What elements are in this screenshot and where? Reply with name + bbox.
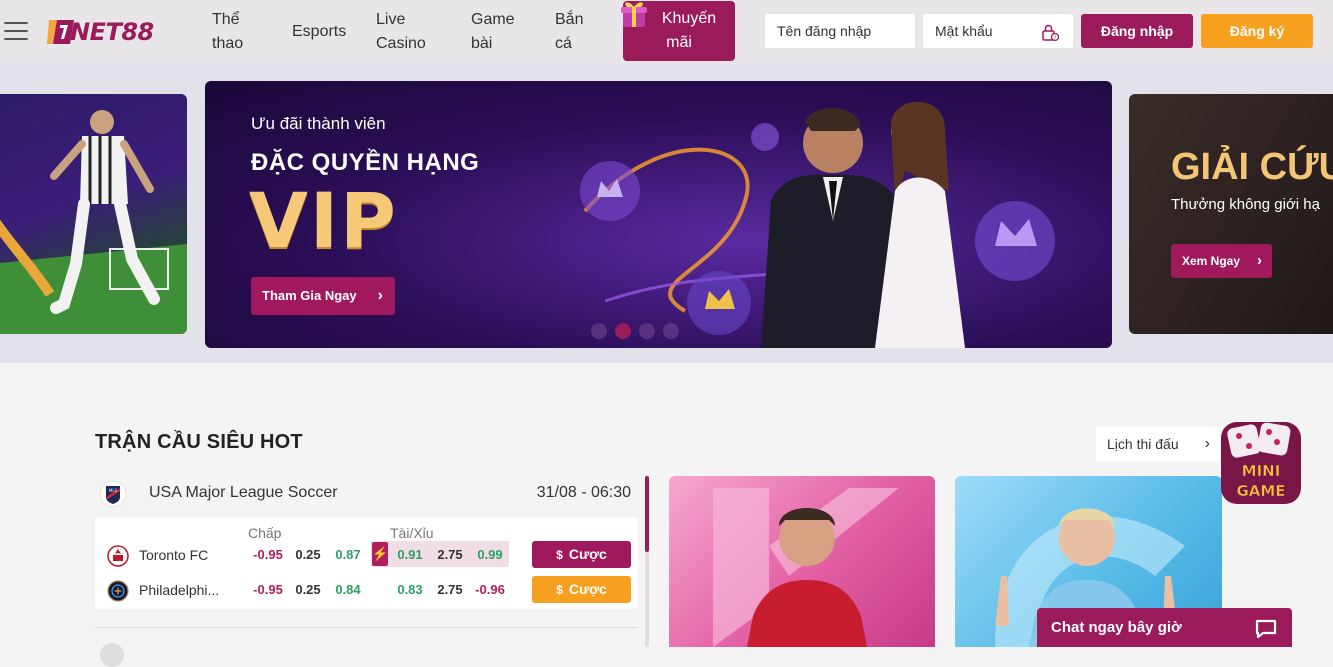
carousel-dot[interactable] bbox=[663, 323, 679, 339]
net88-logo[interactable]: NET88 bbox=[46, 17, 166, 47]
schedule-button[interactable]: Lịch thi đấu › bbox=[1096, 427, 1220, 461]
login-button[interactable]: Đăng nhập bbox=[1081, 14, 1193, 48]
nav-esports[interactable]: Esports bbox=[292, 20, 346, 44]
player-card-pink[interactable] bbox=[669, 476, 935, 647]
bet-icon: $ bbox=[556, 583, 563, 597]
mls-logo-icon: MLS bbox=[99, 480, 127, 508]
chevron-right-icon: › bbox=[377, 287, 383, 304]
team-name: Toronto FC bbox=[139, 547, 209, 563]
league-header: MLS USA Major League Soccer 31/08 - 06:3… bbox=[95, 476, 640, 512]
banner-next-title: GIẢI CỨU bbox=[1171, 146, 1333, 188]
team-row: Philadelphi... -0.95 0.25 0.84 0.83 2.75… bbox=[95, 576, 638, 604]
handicap-line: 0.25 bbox=[295, 547, 321, 562]
banner-title: ĐẶC QUYỀN HẠNG bbox=[251, 149, 480, 176]
team-name: Philadelphi... bbox=[139, 582, 220, 598]
handicap-label: Chấp bbox=[248, 525, 282, 541]
see-now-button[interactable]: Xem Ngay › bbox=[1171, 244, 1272, 278]
chat-bubble-icon bbox=[1255, 619, 1277, 639]
mini-game-icon: MINI GAME bbox=[1221, 422, 1301, 504]
logo-text: NET88 bbox=[70, 18, 154, 46]
overunder-odd[interactable]: 0.99 bbox=[470, 547, 510, 562]
join-now-button[interactable]: Tham Gia Ngay › bbox=[251, 277, 395, 315]
team-row: Toronto FC -0.95 0.25 0.87 ⚡ 0.91 2.75 0… bbox=[95, 541, 638, 569]
nav-card-games[interactable]: Game bài bbox=[471, 8, 515, 56]
overunder-label: Tài/Xỉu bbox=[390, 525, 434, 541]
schedule-label: Lịch thi đấu bbox=[1107, 436, 1179, 452]
svg-text:MLS: MLS bbox=[109, 488, 118, 493]
bet-button[interactable]: $ Cược bbox=[532, 576, 631, 603]
overunder-odd[interactable]: -0.96 bbox=[470, 582, 510, 597]
hamburger-menu-icon[interactable] bbox=[4, 22, 28, 42]
section-title: TRẬN CẦU SIÊU HOT bbox=[95, 431, 303, 453]
philadelphia-union-logo-icon bbox=[107, 580, 129, 602]
nav-promotions[interactable]: Khuyến mãi bbox=[621, 1, 735, 61]
bet-label: Cược bbox=[568, 546, 607, 562]
chat-label: Chat ngay bây giờ bbox=[1051, 619, 1182, 636]
scrollbar-thumb[interactable] bbox=[645, 476, 649, 552]
banner-slide-next[interactable]: GIẢI CỨU Thưởng không giới hạ Xem Ngay › bbox=[1129, 94, 1333, 334]
join-now-label: Tham Gia Ngay bbox=[262, 288, 357, 303]
handicap-odd[interactable]: -0.95 bbox=[248, 582, 288, 597]
handicap-line: 0.25 bbox=[295, 582, 321, 597]
carousel-dot[interactable] bbox=[591, 323, 607, 339]
register-button[interactable]: Đăng ký bbox=[1201, 14, 1313, 48]
banner-carousel: Ưu đãi thành viên ĐẶC QUYỀN HẠNG VIP Tha… bbox=[0, 65, 1333, 363]
nav-live-casino[interactable]: Live Casino bbox=[376, 8, 426, 56]
chevron-right-icon: › bbox=[1257, 252, 1262, 269]
banner-vip-text: VIP bbox=[249, 176, 398, 265]
handicap-odd[interactable]: -0.95 bbox=[248, 547, 288, 562]
overunder-line: 2.75 bbox=[437, 582, 463, 597]
top-header: NET88 Thể thao Esports Live Casino Game … bbox=[0, 0, 1333, 65]
banner-slide-previous[interactable] bbox=[0, 94, 187, 334]
svg-text:GAME: GAME bbox=[1236, 482, 1285, 500]
live-chat-bar[interactable]: Chat ngay bây giờ bbox=[1037, 608, 1292, 647]
football-player-image bbox=[0, 110, 187, 334]
lightning-icon: ⚡ bbox=[372, 542, 388, 566]
carousel-dot-active[interactable] bbox=[615, 323, 631, 339]
svg-text:MINI: MINI bbox=[1242, 462, 1281, 480]
overunder-odd[interactable]: 0.83 bbox=[390, 582, 430, 597]
match-card: Chấp Tài/Xỉu Toronto FC -0.95 0.25 0.87 … bbox=[95, 517, 638, 609]
banner-subtitle: Ưu đãi thành viên bbox=[251, 114, 386, 133]
bet-label: Cược bbox=[568, 581, 607, 597]
see-now-label: Xem Ngay bbox=[1182, 254, 1241, 268]
bet-icon: $ bbox=[556, 548, 563, 562]
handicap-odd[interactable]: 0.84 bbox=[328, 582, 368, 597]
svg-text:?: ? bbox=[1054, 35, 1057, 41]
chevron-right-icon: › bbox=[1204, 435, 1210, 452]
username-input[interactable] bbox=[765, 14, 915, 48]
handicap-odd[interactable]: 0.87 bbox=[328, 547, 368, 562]
divider bbox=[95, 627, 638, 628]
nav-sports[interactable]: Thể thao bbox=[212, 8, 243, 56]
mini-game-widget[interactable]: MINI GAME bbox=[1219, 420, 1303, 508]
overunder-line: 2.75 bbox=[437, 547, 463, 562]
matches-scrollbar[interactable] bbox=[645, 476, 649, 647]
toronto-fc-logo-icon bbox=[107, 545, 129, 567]
league-name: USA Major League Soccer bbox=[149, 484, 338, 501]
nav-fishing[interactable]: Bắn cá bbox=[555, 8, 583, 56]
overunder-odd[interactable]: 0.91 bbox=[390, 547, 430, 562]
carousel-dots bbox=[591, 323, 687, 339]
bet-button[interactable]: $ Cược bbox=[532, 541, 631, 568]
match-datetime: 31/08 - 06:30 bbox=[536, 484, 631, 501]
banner-next-subtitle: Thưởng không giới hạ bbox=[1171, 196, 1320, 213]
gift-icon bbox=[621, 2, 647, 27]
carousel-dot[interactable] bbox=[639, 323, 655, 339]
banner-slide-vip[interactable]: Ưu đãi thành viên ĐẶC QUYỀN HẠNG VIP Tha… bbox=[205, 81, 1112, 348]
player-card-artwork bbox=[713, 488, 899, 647]
forgot-password-icon[interactable]: ? bbox=[1040, 23, 1060, 43]
